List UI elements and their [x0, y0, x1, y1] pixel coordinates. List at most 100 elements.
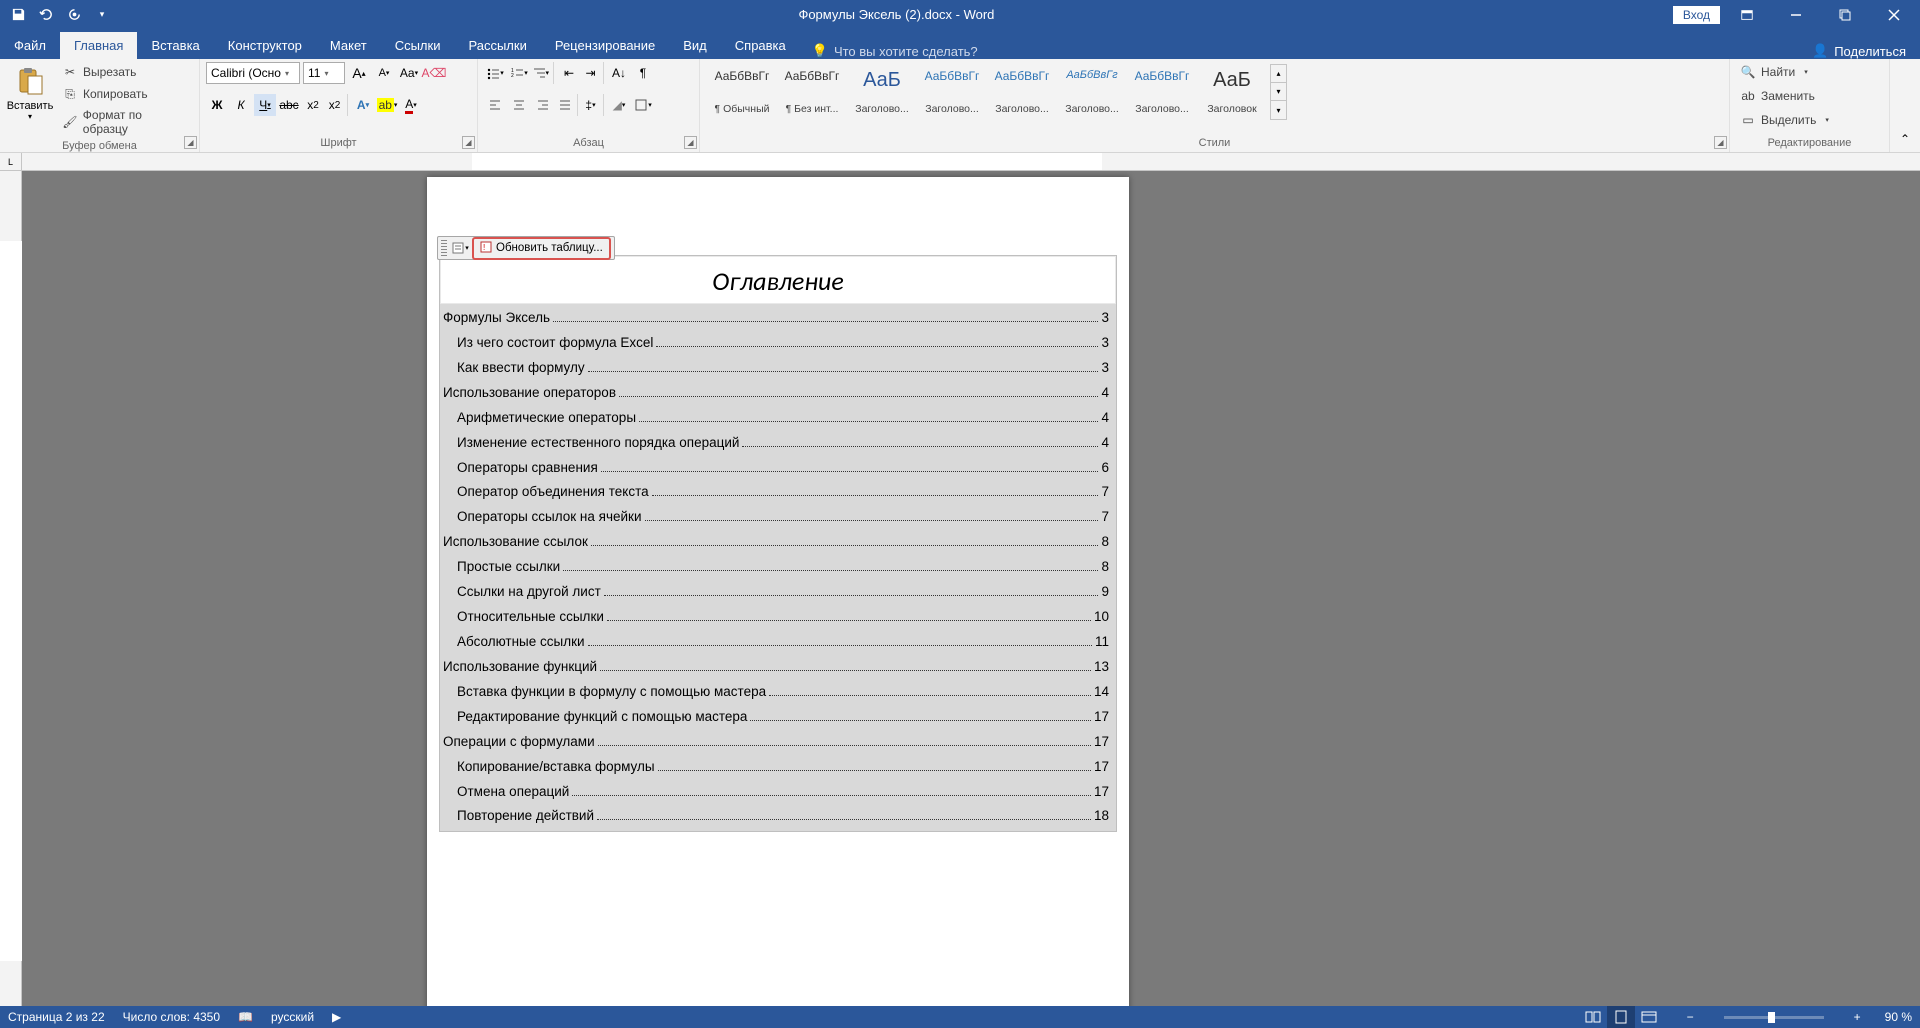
status-language[interactable]: русский [271, 1010, 314, 1024]
bold-button[interactable]: Ж [206, 94, 228, 116]
tell-me-search[interactable]: 💡 Что вы хотите сделать? [800, 43, 990, 59]
borders-button[interactable]: ▾ [632, 94, 654, 116]
underline-button[interactable]: Ч▾ [254, 94, 276, 116]
clear-formatting-button[interactable]: A⌫ [423, 62, 445, 84]
vertical-ruler[interactable] [0, 171, 22, 1006]
read-mode-button[interactable] [1579, 1006, 1607, 1028]
grow-font-button[interactable]: A▴ [348, 62, 370, 84]
style-heading2[interactable]: АаБбВвГгЗаголово... [918, 64, 986, 120]
status-word-count[interactable]: Число слов: 4350 [123, 1010, 220, 1024]
zoom-thumb[interactable] [1768, 1012, 1775, 1023]
collapse-ribbon-button[interactable]: ⌃ [1890, 59, 1920, 152]
subscript-button[interactable]: x2 [302, 94, 324, 116]
align-center-button[interactable] [508, 94, 530, 116]
style-heading1[interactable]: АаБЗаголово... [848, 64, 916, 120]
numbering-button[interactable]: 12▾ [508, 62, 530, 84]
copy-button[interactable]: ⎘Копировать [58, 84, 193, 104]
zoom-level[interactable]: 90 % [1885, 1010, 1912, 1024]
toc-entry[interactable]: Из чего состоит формула Excel3 [441, 331, 1115, 356]
style-normal[interactable]: АаБбВвГг¶ Обычный [708, 64, 776, 120]
maximize-button[interactable] [1822, 0, 1867, 29]
print-layout-button[interactable] [1607, 1006, 1635, 1028]
format-painter-button[interactable]: 🖌Формат по образцу [58, 106, 193, 138]
style-no-spacing[interactable]: АаБбВвГг¶ Без инт... [778, 64, 846, 120]
toc-entry[interactable]: Копирование/вставка формулы17 [441, 755, 1115, 780]
grip-icon[interactable] [441, 240, 447, 256]
status-page[interactable]: Страница 2 из 22 [8, 1010, 105, 1024]
highlight-button[interactable]: ab▾ [376, 94, 398, 116]
macro-icon[interactable]: ▶ [332, 1010, 341, 1024]
tab-references[interactable]: Ссылки [381, 32, 455, 59]
toc-entry[interactable]: Отмена операций17 [441, 780, 1115, 805]
undo-icon[interactable] [36, 5, 56, 25]
toc-entry[interactable]: Повторение действий18 [441, 804, 1115, 829]
toc-options-button[interactable]: ▾ [450, 238, 470, 258]
italic-button[interactable]: К [230, 94, 252, 116]
strikethrough-button[interactable]: abc [278, 94, 300, 116]
toc-field[interactable]: ▾ ! Обновить таблицу... Оглавление Форму… [439, 255, 1117, 832]
show-marks-button[interactable]: ¶ [632, 62, 654, 84]
decrease-indent-button[interactable]: ⇤ [558, 62, 580, 84]
save-icon[interactable] [8, 5, 28, 25]
toc-entry[interactable]: Простые ссылки8 [441, 555, 1115, 580]
tab-help[interactable]: Справка [721, 32, 800, 59]
justify-button[interactable] [556, 94, 578, 116]
toc-entry[interactable]: Оператор объединения текста7 [441, 480, 1115, 505]
toc-entry[interactable]: Операторы ссылок на ячейки7 [441, 505, 1115, 530]
toc-update-button[interactable]: ! Обновить таблицу... [472, 237, 611, 260]
find-button[interactable]: 🔍Найти▾ [1736, 62, 1833, 82]
style-heading4[interactable]: АаБбВвГгЗаголово... [1058, 64, 1126, 120]
increase-indent-button[interactable]: ⇥ [582, 62, 604, 84]
minimize-button[interactable] [1773, 0, 1818, 29]
toc-entry[interactable]: Операторы сравнения6 [441, 456, 1115, 481]
toc-entry[interactable]: Арифметические операторы4 [441, 406, 1115, 431]
toc-entry[interactable]: Использование операторов4 [441, 381, 1115, 406]
font-size-combo[interactable]: 11▾ [303, 62, 345, 84]
font-name-combo[interactable]: Calibri (Осно▾ [206, 62, 300, 84]
close-button[interactable] [1871, 0, 1916, 29]
toc-entry[interactable]: Ссылки на другой лист9 [441, 580, 1115, 605]
ruler-corner[interactable]: L [0, 153, 22, 170]
zoom-slider[interactable] [1724, 1016, 1824, 1019]
toc-entry[interactable]: Изменение естественного порядка операций… [441, 431, 1115, 456]
style-title[interactable]: АаБЗаголовок [1198, 64, 1266, 120]
align-left-button[interactable] [484, 94, 506, 116]
tab-view[interactable]: Вид [669, 32, 721, 59]
styles-dialog-launcher[interactable]: ◢ [1714, 136, 1727, 149]
toc-entry[interactable]: Операции с формулами17 [441, 730, 1115, 755]
style-heading3[interactable]: АаБбВвГгЗаголово... [988, 64, 1056, 120]
tab-insert[interactable]: Вставка [137, 32, 213, 59]
text-effects-button[interactable]: A▾ [352, 94, 374, 116]
styles-expand[interactable]: ▾ [1271, 101, 1286, 119]
multilevel-list-button[interactable]: ▾ [532, 62, 554, 84]
toc-entry[interactable]: Формулы Эксель3 [441, 306, 1115, 331]
clipboard-dialog-launcher[interactable]: ◢ [184, 136, 197, 149]
tab-layout[interactable]: Макет [316, 32, 381, 59]
line-spacing-button[interactable]: ‡▾ [582, 94, 604, 116]
replace-button[interactable]: abЗаменить [1736, 86, 1833, 106]
qat-customize-icon[interactable]: ▾ [92, 5, 112, 25]
cut-button[interactable]: ✂Вырезать [58, 62, 193, 82]
zoom-out-button[interactable]: − [1681, 1010, 1700, 1024]
superscript-button[interactable]: x2 [326, 94, 348, 116]
paragraph-dialog-launcher[interactable]: ◢ [684, 136, 697, 149]
styles-scroll-down[interactable]: ▾ [1271, 83, 1286, 101]
bullets-button[interactable]: ▾ [484, 62, 506, 84]
horizontal-ruler[interactable] [22, 153, 1920, 170]
ribbon-display-options-icon[interactable] [1724, 0, 1769, 29]
tab-home[interactable]: Главная [60, 32, 137, 59]
styles-scroll-up[interactable]: ▴ [1271, 65, 1286, 83]
font-color-button[interactable]: A▾ [400, 94, 422, 116]
spellcheck-icon[interactable]: 📖 [238, 1010, 253, 1024]
toc-entry[interactable]: Вставка функции в формулу с помощью маст… [441, 680, 1115, 705]
font-dialog-launcher[interactable]: ◢ [462, 136, 475, 149]
zoom-in-button[interactable]: + [1848, 1010, 1867, 1024]
toc-entry[interactable]: Как ввести формулу3 [441, 356, 1115, 381]
web-layout-button[interactable] [1635, 1006, 1663, 1028]
toc-entry[interactable]: Редактирование функций с помощью мастера… [441, 705, 1115, 730]
tab-review[interactable]: Рецензирование [541, 32, 669, 59]
login-button[interactable]: Вход [1673, 6, 1720, 24]
redo-icon[interactable] [64, 5, 84, 25]
share-button[interactable]: 👤 Поделиться [1798, 43, 1920, 59]
shading-button[interactable]: ◢▾ [608, 94, 630, 116]
